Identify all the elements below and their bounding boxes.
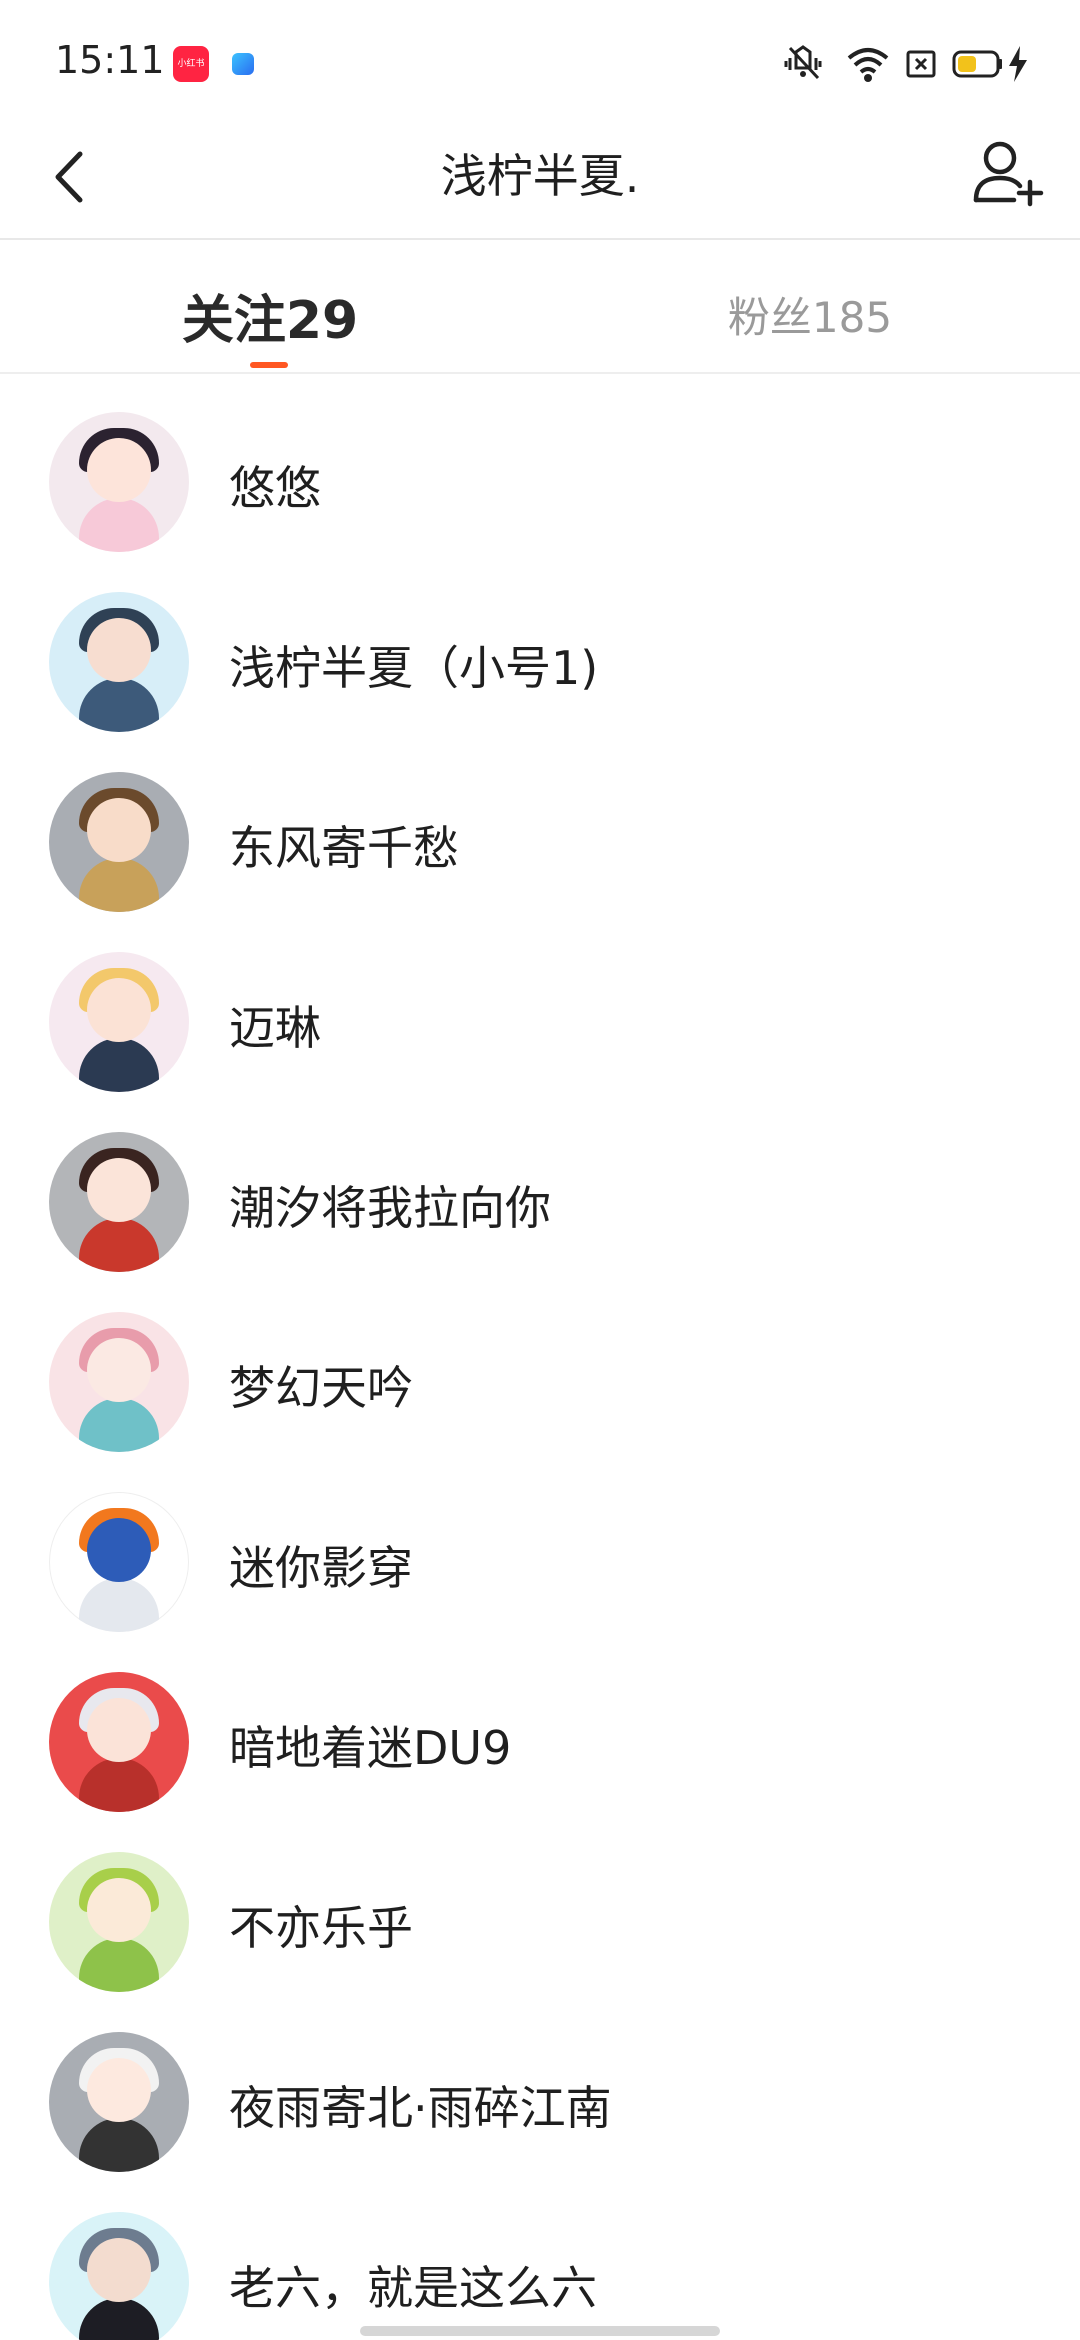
list-item[interactable]: 悠悠 <box>0 372 1080 552</box>
avatar-figure-body <box>79 1938 159 1992</box>
avatar-figure-face <box>87 1518 151 1582</box>
status-bar: 15:11 小红书 <box>0 0 1080 120</box>
list-item[interactable]: 暗地着迷DU9 <box>0 1632 1080 1812</box>
list-item[interactable]: 老六，就是这么六 <box>0 2172 1080 2340</box>
avatar[interactable] <box>49 2032 189 2172</box>
follow-tabs: 关注29 粉丝185 <box>0 240 1080 374</box>
user-name: 迷你影穿 <box>229 1541 413 1595</box>
screen: 15:11 小红书 浅柠半夏. 关注29 粉丝185 悠悠 浅柠半夏（小号1) … <box>0 0 1080 2340</box>
avatar-figure-face <box>87 2238 151 2302</box>
avatar-figure-face <box>87 798 151 862</box>
avatar[interactable] <box>49 1672 189 1812</box>
list-item[interactable]: 迈琳 <box>0 912 1080 1092</box>
avatar-figure-face <box>87 1158 151 1222</box>
avatar-figure-face <box>87 438 151 502</box>
status-time: 15:11 <box>55 38 165 82</box>
avatar-figure-body <box>79 858 159 912</box>
battery-icon <box>952 50 1002 78</box>
avatar-figure-face <box>87 1698 151 1762</box>
avatar-figure-face <box>87 1338 151 1402</box>
list-item[interactable]: 潮汐将我拉向你 <box>0 1092 1080 1272</box>
page-title: 浅柠半夏. <box>440 149 640 203</box>
user-name: 暗地着迷DU9 <box>229 1721 512 1775</box>
header: 浅柠半夏. <box>0 120 1080 240</box>
user-name: 东风寄千愁 <box>229 821 459 875</box>
home-indicator[interactable] <box>360 2326 720 2336</box>
list-item[interactable]: 不亦乐乎 <box>0 1812 1080 1992</box>
avatar-figure-body <box>79 2298 159 2340</box>
wifi-icon <box>847 48 889 82</box>
list-item[interactable]: 夜雨寄北·雨碎江南 <box>0 1992 1080 2172</box>
avatar[interactable] <box>49 1312 189 1452</box>
avatar[interactable] <box>49 1492 189 1632</box>
avatar-figure-body <box>79 1218 159 1272</box>
avatar-figure-body <box>79 498 159 552</box>
user-name: 悠悠 <box>229 461 321 515</box>
user-name: 浅柠半夏（小号1) <box>229 641 599 695</box>
avatar-figure-body <box>79 1758 159 1812</box>
list-item[interactable]: 浅柠半夏（小号1) <box>0 552 1080 732</box>
user-name: 不亦乐乎 <box>229 1901 413 1955</box>
avatar-figure-face <box>87 1878 151 1942</box>
avatar[interactable] <box>49 412 189 552</box>
avatar[interactable] <box>49 592 189 732</box>
avatar-figure-body <box>79 1398 159 1452</box>
vibrate-mode-icon <box>784 45 822 80</box>
user-name: 夜雨寄北·雨碎江南 <box>229 2081 612 2135</box>
list-item[interactable]: 梦幻天吟 <box>0 1272 1080 1452</box>
avatar-figure-body <box>79 678 159 732</box>
sim-card-icon <box>906 50 936 78</box>
add-friend-button[interactable] <box>970 136 1046 212</box>
tab-fans[interactable]: 粉丝185 <box>710 284 910 354</box>
list-item[interactable]: 迷你影穿 <box>0 1452 1080 1632</box>
avatar[interactable] <box>49 952 189 1092</box>
avatar[interactable] <box>49 772 189 912</box>
tab-following[interactable]: 关注29 <box>170 278 370 351</box>
user-name: 潮汐将我拉向你 <box>229 1181 551 1235</box>
user-name: 老六，就是这么六 <box>229 2261 597 2315</box>
avatar[interactable] <box>49 1852 189 1992</box>
xiaohongshu-app-icon: 小红书 <box>173 46 209 82</box>
avatar[interactable] <box>49 1132 189 1272</box>
avatar-figure-face <box>87 2058 151 2122</box>
list-item[interactable]: 东风寄千愁 <box>0 732 1080 912</box>
charging-icon <box>1009 46 1027 82</box>
avatar-figure-face <box>87 978 151 1042</box>
avatar-figure-body <box>79 1578 159 1632</box>
user-name: 梦幻天吟 <box>229 1361 413 1415</box>
user-name: 迈琳 <box>229 1001 321 1055</box>
active-tab-indicator <box>250 362 288 368</box>
avatar-figure-body <box>79 1038 159 1092</box>
avatar-figure-body <box>79 2118 159 2172</box>
notification-app-icon <box>232 53 254 75</box>
following-list: 悠悠浅柠半夏（小号1) 东风寄千愁迈琳潮汐将我拉向你 梦幻天吟迷你影穿暗地着迷DU9… <box>0 372 1080 2340</box>
avatar-figure-face <box>87 618 151 682</box>
avatar[interactable] <box>49 2212 189 2340</box>
